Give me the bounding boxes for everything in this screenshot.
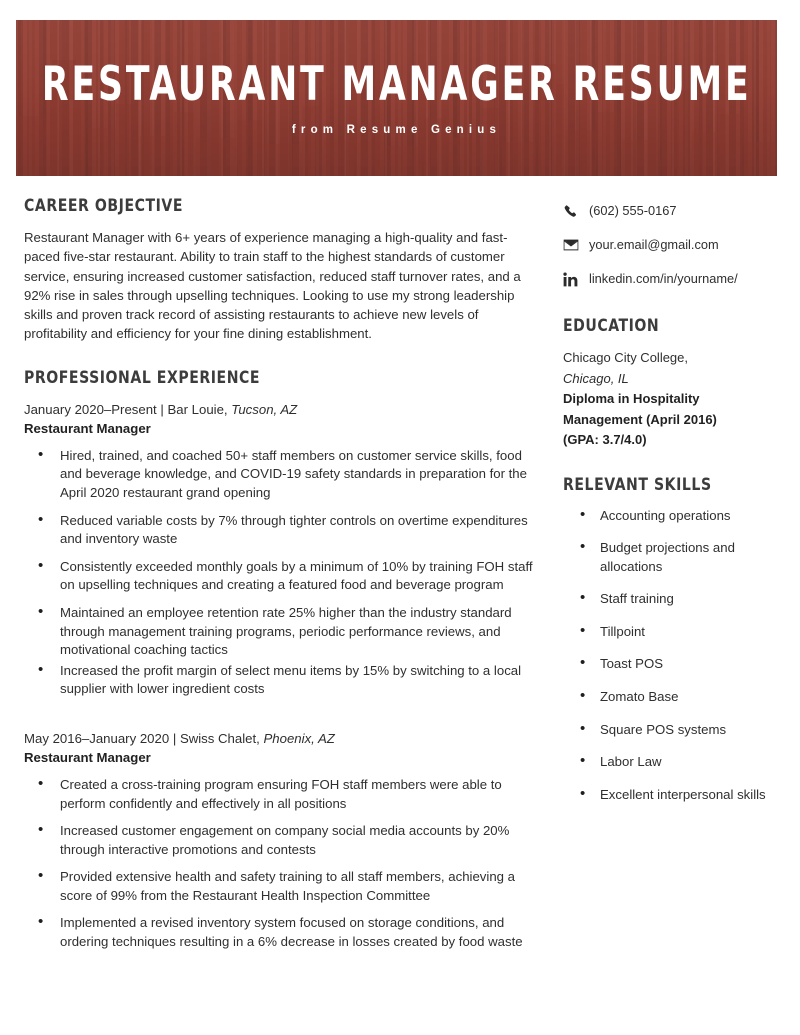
skills-list: Accounting operations Budget projections… (563, 506, 777, 805)
job-meta: January 2020–Present | Bar Louie, Tucson… (24, 400, 538, 419)
job-bullet: Implemented a revised inventory system f… (38, 913, 538, 951)
skill-item: Excellent interpersonal skills (580, 785, 777, 805)
right-column: (602) 555-0167 your.email@gmail.com link… (563, 196, 777, 804)
job-bullet: Created a cross-training program ensurin… (38, 775, 538, 813)
skill-item: Budget projections and allocations (580, 538, 777, 576)
career-objective-text: Restaurant Manager with 6+ years of expe… (24, 230, 521, 342)
contact-list: (602) 555-0167 your.email@gmail.com link… (563, 196, 777, 294)
skill-item: Tillpoint (580, 622, 777, 642)
professional-experience-section: PROFESSIONAL EXPERIENCE January 2020–Pre… (24, 368, 538, 952)
contact-row-phone[interactable]: (602) 555-0167 (563, 196, 777, 226)
experience-entry: May 2016–January 2020 | Swiss Chalet, Ph… (24, 729, 538, 952)
header-banner: RESTAURANT MANAGER RESUME from Resume Ge… (16, 20, 777, 176)
job-bullet-list: Created a cross-training program ensurin… (24, 775, 538, 952)
education-section: EDUCATION Chicago City College, Chicago,… (563, 316, 777, 451)
job-bullet: Increased customer engagement on company… (38, 821, 538, 859)
education-entry: Chicago City College, Chicago, IL Diplom… (563, 348, 777, 451)
job-bullet: Hired, trained, and coached 50+ staff me… (38, 446, 538, 503)
job-bullet: Increased the profit margin of select me… (38, 661, 538, 699)
skill-item: Labor Law (580, 752, 777, 772)
education-school: Chicago City College, (563, 350, 689, 365)
professional-experience-heading: PROFESSIONAL EXPERIENCE (24, 367, 261, 388)
education-degree: Diploma in Hospitality Management (April… (563, 391, 717, 427)
linkedin-icon (563, 271, 589, 287)
job-location: Tucson, AZ (231, 401, 298, 417)
skill-item: Square POS systems (580, 720, 777, 740)
contact-row-email[interactable]: your.email@gmail.com (563, 230, 777, 260)
phone-value: (602) 555-0167 (589, 203, 677, 219)
job-separator: | (156, 401, 168, 417)
phone-icon (563, 204, 589, 219)
skill-item: Accounting operations (580, 506, 777, 526)
envelope-icon (563, 237, 589, 253)
left-column: CAREER OBJECTIVE Restaurant Manager with… (24, 196, 538, 952)
skill-item: Staff training (580, 589, 777, 609)
job-location: Phoenix, AZ (263, 730, 335, 746)
linkedin-value: linkedin.com/in/yourname/ (589, 271, 738, 287)
job-dates: January 2020–Present (24, 401, 157, 417)
education-heading: EDUCATION (563, 316, 660, 336)
experience-entry: January 2020–Present | Bar Louie, Tucson… (24, 400, 538, 699)
resume-title: RESTAURANT MANAGER RESUME (41, 56, 752, 112)
job-role: Restaurant Manager (24, 420, 151, 436)
contact-row-linkedin[interactable]: linkedin.com/in/yourname/ (563, 264, 777, 294)
job-bullet: Reduced variable costs by 7% through tig… (38, 511, 538, 549)
job-role: Restaurant Manager (24, 749, 151, 765)
education-city: Chicago, IL (563, 370, 629, 386)
job-company: Swiss Chalet, (179, 730, 260, 746)
career-objective-section: CAREER OBJECTIVE Restaurant Manager with… (24, 196, 538, 344)
career-objective-heading: CAREER OBJECTIVE (24, 196, 184, 216)
job-bullet: Consistently exceeded monthly goals by a… (38, 557, 538, 595)
job-separator: | (169, 730, 180, 746)
relevant-skills-heading: RELEVANT SKILLS (563, 474, 712, 495)
job-bullet: Provided extensive health and safety tra… (38, 867, 538, 905)
education-gpa: (GPA: 3.7/4.0) (563, 432, 647, 447)
relevant-skills-section: RELEVANT SKILLS Accounting operations Bu… (563, 475, 777, 805)
job-bullet: Maintained an employee retention rate 25… (38, 603, 538, 660)
skill-item: Zomato Base (580, 687, 777, 707)
job-dates: May 2016–January 2020 (24, 730, 170, 746)
job-meta: May 2016–January 2020 | Swiss Chalet, Ph… (24, 729, 538, 748)
job-company: Bar Louie, (167, 401, 228, 417)
job-bullet-list: Hired, trained, and coached 50+ staff me… (24, 446, 538, 699)
email-value: your.email@gmail.com (589, 237, 719, 253)
skill-item: Toast POS (580, 654, 777, 674)
resume-subtitle: from Resume Genius (291, 123, 502, 136)
